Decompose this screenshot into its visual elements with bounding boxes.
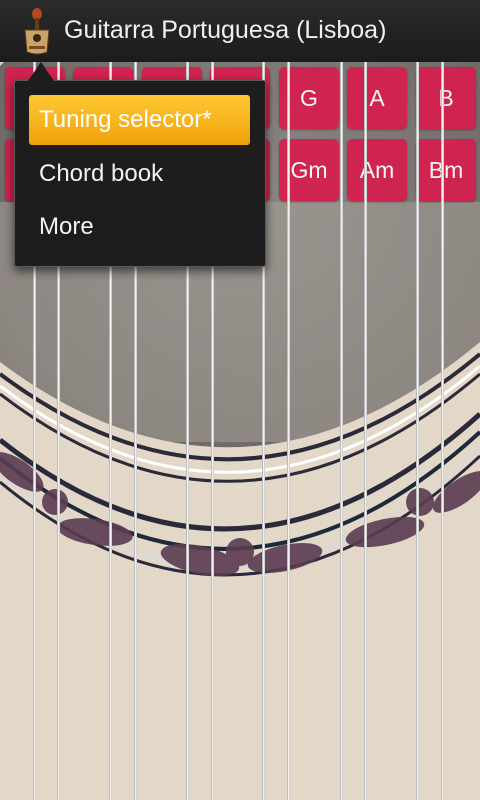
chord-button[interactable]: A	[347, 67, 407, 129]
chord-button[interactable]: B	[416, 67, 476, 129]
overflow-menu: Tuning selector* Chord book More	[14, 80, 266, 267]
menu-pointer	[28, 62, 54, 81]
guitar-string[interactable]	[340, 62, 343, 800]
guitar-string[interactable]	[441, 62, 444, 800]
menu-item-more[interactable]: More	[29, 202, 250, 252]
guitar-icon[interactable]	[20, 6, 54, 56]
guitar-string[interactable]	[416, 62, 419, 800]
app-title: Guitarra Portuguesa (Lisboa)	[64, 16, 387, 44]
action-bar: Guitarra Portuguesa (Lisboa)	[0, 0, 480, 62]
guitar-string[interactable]	[287, 62, 290, 800]
menu-item-chord-book[interactable]: Chord book	[29, 149, 250, 199]
menu-item-tuning-selector[interactable]: Tuning selector*	[29, 95, 250, 145]
chord-button[interactable]: Am	[347, 139, 407, 201]
chord-button[interactable]: Bm	[416, 139, 476, 201]
guitar-string[interactable]	[364, 62, 367, 800]
